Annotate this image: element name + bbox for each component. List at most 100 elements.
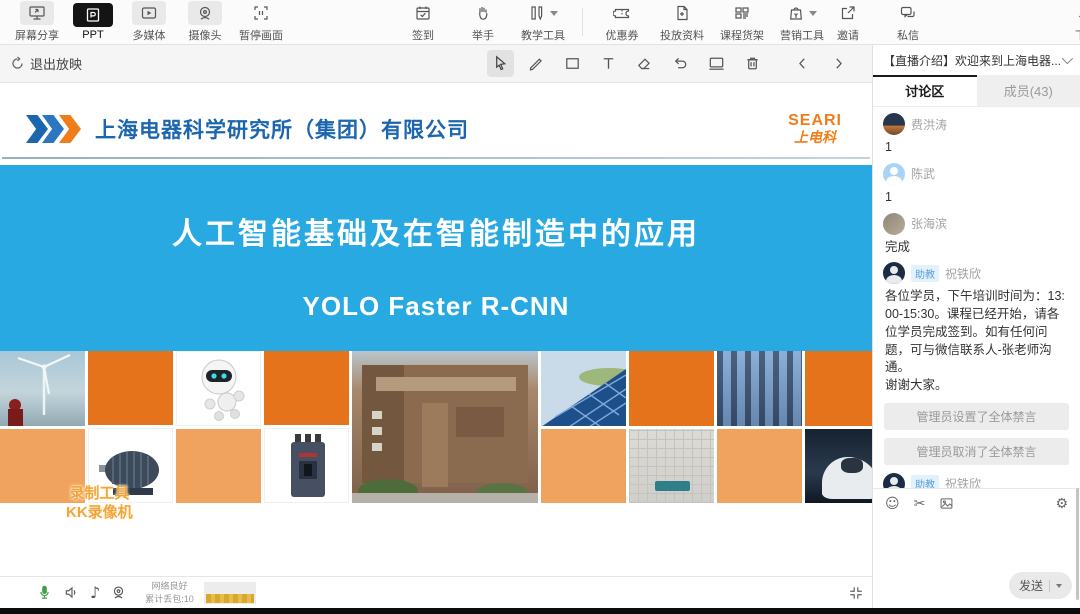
ppt-button[interactable]: PPT xyxy=(70,1,116,43)
orange-dark-tile xyxy=(88,351,173,425)
tab-discussion[interactable]: 讨论区 xyxy=(873,75,977,106)
speaker-button[interactable] xyxy=(63,584,80,601)
pointer-tool-button[interactable] xyxy=(487,50,514,77)
header-divider xyxy=(2,157,870,159)
top-toolbar: 屏幕分享 PPT 多媒体 摄像头 xyxy=(0,0,1080,45)
smiley-icon: ☺ xyxy=(885,496,900,512)
building-graphic xyxy=(352,351,538,503)
course-shelf-icon xyxy=(725,1,759,25)
orange-dark-tile xyxy=(264,351,349,425)
tab-members[interactable]: 成员(43) xyxy=(977,75,1080,106)
toolbar-separator xyxy=(582,8,583,36)
previous-slide-button[interactable] xyxy=(789,50,816,77)
exit-presentation-label: 退出放映 xyxy=(30,54,82,73)
marketing-tools-button[interactable]: 营销工具 xyxy=(779,1,825,43)
mosaic-column xyxy=(176,351,261,503)
next-slide-button[interactable] xyxy=(825,50,852,77)
collapse-icon xyxy=(848,585,864,601)
microphone-button[interactable] xyxy=(36,584,53,601)
chevron-left-icon xyxy=(794,55,811,72)
chat-settings-button[interactable]: ⚙ xyxy=(1055,497,1068,511)
mosaic-column xyxy=(264,351,349,503)
sender-name: 陈武 xyxy=(911,165,935,182)
music-note-icon: ♪ xyxy=(90,583,100,602)
circuit-breaker-graphic xyxy=(265,429,349,503)
robot-photo xyxy=(176,351,261,426)
chat-message: 助教 祝铁欣 课间休息：14:12-14:22 xyxy=(883,473,1070,488)
emoji-button[interactable]: ☺ xyxy=(885,497,900,511)
course-shelf-label: 课程货架 xyxy=(720,27,764,43)
end-class-button[interactable]: 下课 xyxy=(1063,1,1080,43)
slide-canvas[interactable]: 上海电器科学研究所（集团）有限公司 SEARI 上电科 人工智能基础及在智能制造… xyxy=(0,83,872,576)
window-bottom-strip xyxy=(0,608,1080,614)
materials-label: 投放资料 xyxy=(660,27,704,43)
materials-button[interactable]: 投放资料 xyxy=(659,1,705,43)
send-button-label: 发送 xyxy=(1019,577,1043,594)
photo-mosaic xyxy=(0,351,872,503)
background-music-button[interactable]: ♪ xyxy=(90,583,100,602)
pen-tool-button[interactable] xyxy=(523,50,550,77)
tab-members-label: 成员(43) xyxy=(1004,81,1053,100)
eraser-tool-button[interactable] xyxy=(631,50,658,77)
message-text: 1 xyxy=(885,139,1070,157)
sidebar-tabs: 讨论区 成员(43) xyxy=(873,75,1080,107)
message-header: 陈武 xyxy=(883,163,1070,185)
message-input[interactable] xyxy=(873,511,1080,572)
text-tool-icon xyxy=(599,54,618,73)
course-shelf-button[interactable]: 课程货架 xyxy=(719,1,765,43)
check-in-button[interactable]: 签到 xyxy=(400,1,446,43)
sender-name: 张海滨 xyxy=(911,215,947,232)
chat-input-toolbar: ☺ ✂ ⚙ xyxy=(873,489,1080,511)
pointer-icon xyxy=(491,54,510,73)
microphone-icon xyxy=(36,584,53,601)
exit-presentation-button[interactable]: 退出放映 xyxy=(10,54,82,73)
circuit-breaker-photo xyxy=(264,428,349,503)
slide-subtitle: YOLO Faster R-CNN xyxy=(303,291,570,322)
screen-share-button[interactable]: 屏幕分享 xyxy=(14,1,60,43)
raise-hand-icon xyxy=(466,1,500,25)
teaching-tools-label: 教学工具 xyxy=(521,27,565,43)
mosaic-column xyxy=(717,351,802,503)
screen-share-icon xyxy=(20,1,54,25)
collapse-view-button[interactable] xyxy=(848,585,864,601)
message-header: 张海滨 xyxy=(883,213,1070,235)
marketing-tools-caret-icon xyxy=(809,11,817,16)
toolbar-group-session: 邀请 私信 下课 xyxy=(825,1,1080,43)
avatar xyxy=(883,113,905,135)
clear-annotations-button[interactable] xyxy=(739,50,766,77)
undo-button[interactable] xyxy=(667,50,694,77)
webcam-button[interactable] xyxy=(110,584,127,601)
seari-logo-cn: 上电科 xyxy=(788,130,842,145)
raise-hand-button[interactable]: 举手 xyxy=(460,1,506,43)
undo-icon xyxy=(671,54,690,73)
screenshot-button[interactable]: ✂ xyxy=(914,497,926,511)
invite-button[interactable]: 邀请 xyxy=(825,1,871,43)
robot-graphic xyxy=(177,352,261,426)
gear-icon: ⚙ xyxy=(1055,496,1068,512)
chat-input-area: ☺ ✂ ⚙ 发送 xyxy=(873,488,1080,608)
teaching-tools-button[interactable]: 教学工具 xyxy=(520,1,566,43)
multimedia-button[interactable]: 多媒体 xyxy=(126,1,172,43)
send-button[interactable]: 发送 xyxy=(1009,572,1072,599)
watermark-line1: 录制工具 xyxy=(66,485,133,504)
camera-button[interactable]: 摄像头 xyxy=(182,1,228,43)
mosaic-column xyxy=(88,351,173,503)
private-message-button[interactable]: 私信 xyxy=(885,1,931,43)
pause-screen-button[interactable]: 暂停画面 xyxy=(238,1,284,43)
image-button[interactable] xyxy=(939,496,954,511)
whiteboard-button[interactable] xyxy=(703,50,730,77)
orange-dark-tile xyxy=(805,351,872,426)
text-tool-button[interactable] xyxy=(595,50,622,77)
coupon-button[interactable]: 优惠券 xyxy=(599,1,645,43)
whiteboard-icon xyxy=(707,54,726,73)
live-intro-bar[interactable]: 【直播介绍】欢迎来到上海电器... xyxy=(873,45,1080,75)
orange-dark-tile xyxy=(629,351,714,426)
sidebar-scrollbar[interactable] xyxy=(1076,488,1079,600)
electric-car-photo xyxy=(805,429,872,504)
exit-presentation-icon xyxy=(10,56,25,71)
message-text: 1 xyxy=(885,189,1070,207)
rectangle-tool-button[interactable] xyxy=(559,50,586,77)
message-list[interactable]: 费洪涛 1 陈武 1 张海滨 完成 xyxy=(873,107,1080,488)
image-icon xyxy=(939,496,954,511)
screen-share-label: 屏幕分享 xyxy=(15,27,59,43)
